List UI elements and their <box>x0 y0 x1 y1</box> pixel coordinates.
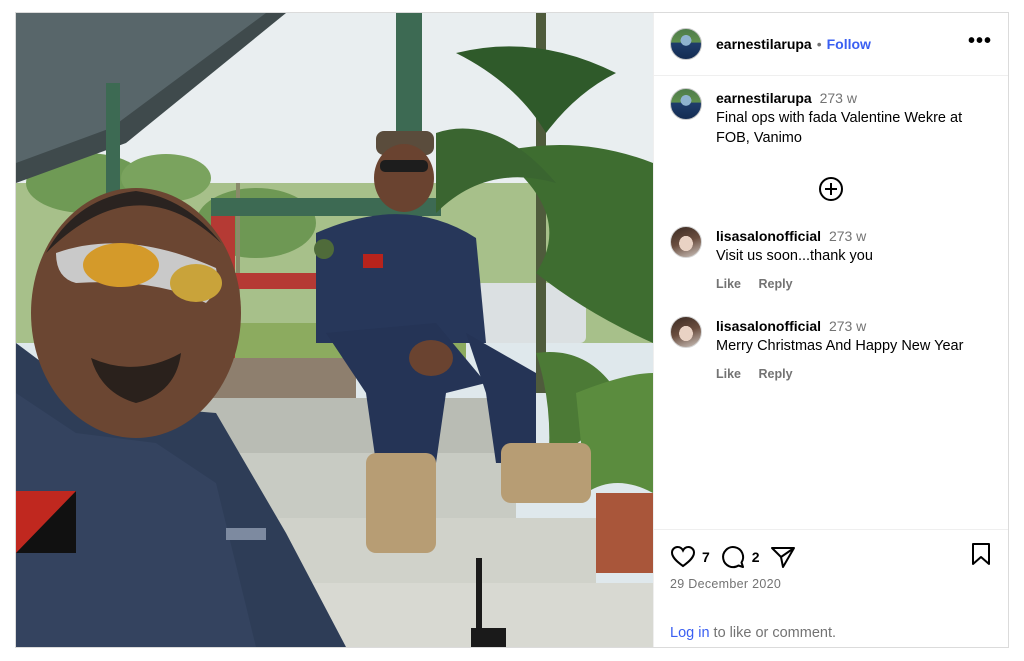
commenter-username[interactable]: lisasalonofficial <box>716 228 821 244</box>
comment-text: Visit us soon...thank you <box>716 248 873 264</box>
comment-count[interactable]: 2 <box>752 549 760 565</box>
comment-actions: Like Reply <box>716 274 873 294</box>
post-date: 29 December 2020 <box>670 577 782 591</box>
comment-body: lisasalonofficial 273 w Merry Christmas … <box>716 316 963 384</box>
plus-circle-icon[interactable] <box>818 176 844 202</box>
post-photo-illustration <box>16 13 653 647</box>
login-prompt-text: to like or comment. <box>709 625 837 641</box>
like-count[interactable]: 7 <box>702 549 710 565</box>
share-action[interactable] <box>770 545 796 569</box>
commenter-avatar[interactable] <box>670 226 702 258</box>
post-footer: 7 2 29 December 2020 Log in to like or c… <box>654 529 1008 647</box>
comment-reply-button[interactable]: Reply <box>759 367 793 381</box>
commenter-avatar[interactable] <box>670 316 702 348</box>
login-link[interactable]: Log in <box>670 625 710 641</box>
caption-username[interactable]: earnestilarupa <box>716 90 812 106</box>
comment-action[interactable]: 2 <box>720 544 760 570</box>
post-header: earnestilarupa • Follow ••• <box>654 13 1008 76</box>
caption-body: earnestilarupa 273 w Final ops with fada… <box>716 88 992 148</box>
caption-text: Final ops with fada Valentine Wekre at F… <box>716 110 963 146</box>
send-icon[interactable] <box>770 545 796 569</box>
comment-actions: Like Reply <box>716 364 963 384</box>
comment-reply-button[interactable]: Reply <box>759 277 793 291</box>
comment-item: lisasalonofficial 273 w Merry Christmas … <box>670 316 992 384</box>
login-prompt: Log in to like or comment. <box>670 625 992 641</box>
like-action[interactable]: 7 <box>670 545 710 569</box>
bookmark-icon[interactable] <box>970 542 992 566</box>
author-username[interactable]: earnestilarupa <box>716 36 812 52</box>
caption-time: 273 w <box>819 90 857 106</box>
comment-like-button[interactable]: Like <box>716 367 741 381</box>
comment-item: lisasalonofficial 273 w Visit us soon...… <box>670 226 992 294</box>
post-sidebar: earnestilarupa • Follow ••• earnestilaru… <box>653 13 1008 647</box>
comments-section: earnestilarupa 273 w Final ops with fada… <box>654 76 1008 529</box>
comment-time: 273 w <box>828 228 867 244</box>
comment-icon[interactable] <box>720 544 746 570</box>
commenter-username[interactable]: lisasalonofficial <box>716 318 821 334</box>
caption-avatar[interactable] <box>670 88 702 120</box>
author-avatar[interactable] <box>670 28 702 60</box>
heart-icon[interactable] <box>670 545 696 569</box>
instagram-post: earnestilarupa • Follow ••• earnestilaru… <box>15 12 1009 648</box>
post-photo[interactable] <box>16 13 653 647</box>
post-caption: earnestilarupa 273 w Final ops with fada… <box>670 88 992 148</box>
action-bar: 7 2 <box>670 542 992 571</box>
separator-dot: • <box>816 36 822 52</box>
follow-button[interactable]: Follow <box>827 36 871 52</box>
more-options-icon[interactable]: ••• <box>968 30 992 59</box>
load-more-comments[interactable] <box>670 176 992 202</box>
save-action[interactable] <box>970 542 992 571</box>
comment-like-button[interactable]: Like <box>716 277 741 291</box>
comment-body: lisasalonofficial 273 w Visit us soon...… <box>716 226 873 294</box>
comment-time: 273 w <box>828 318 867 334</box>
comment-text: Merry Christmas And Happy New Year <box>716 338 964 354</box>
